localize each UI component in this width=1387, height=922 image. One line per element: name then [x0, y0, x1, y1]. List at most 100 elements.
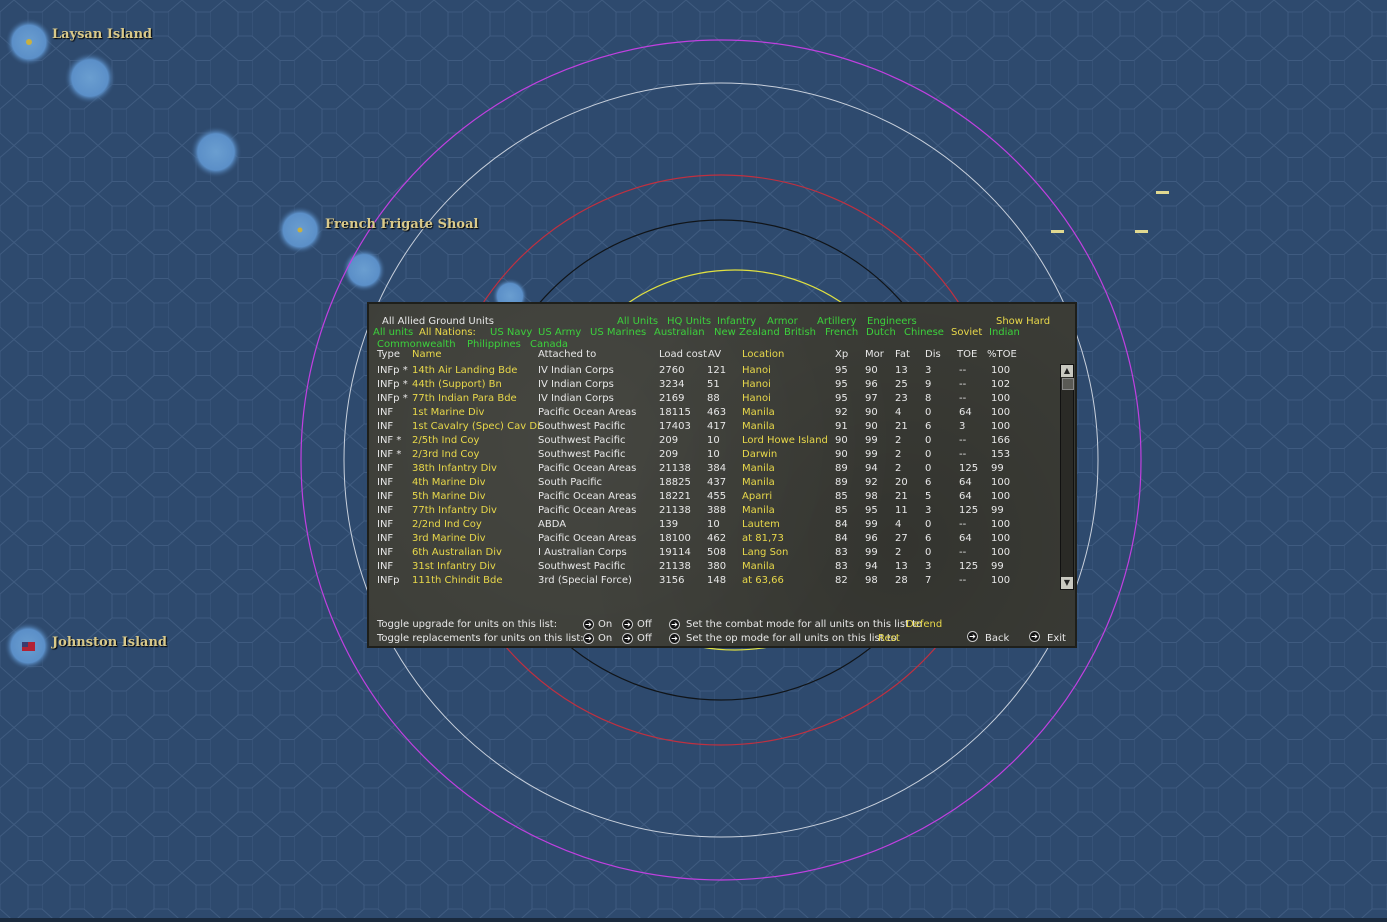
cell-name[interactable]: 44th (Support) Bn	[412, 379, 502, 391]
upgrade-off-radio[interactable]: ➔	[622, 619, 633, 630]
nation-us-marines[interactable]: US Marines	[590, 327, 646, 339]
table-row[interactable]: INF 6th Australian Div I Australian Corps 1…	[377, 547, 1057, 561]
col-av[interactable]: AV	[708, 349, 721, 361]
base-marker-icon[interactable]	[26, 39, 32, 45]
cell-location[interactable]: Darwin	[742, 449, 777, 461]
cell-location[interactable]: Aparri	[742, 491, 772, 503]
nation-soviet[interactable]: Soviet	[951, 327, 982, 339]
exit-icon[interactable]: ➔	[1029, 631, 1040, 642]
cell-name[interactable]: 3rd Marine Div	[412, 533, 486, 545]
cell-name[interactable]: 4th Marine Div	[412, 477, 486, 489]
nation-new-zealand[interactable]: New Zealand	[714, 327, 780, 339]
table-row[interactable]: INF 31st Infantry Div Southwest Pacific 211…	[377, 561, 1057, 575]
cell-name[interactable]: 6th Australian Div	[412, 547, 502, 559]
table-row[interactable]: INF 77th Infantry Div Pacific Ocean Areas 2…	[377, 505, 1057, 519]
cell-location[interactable]: Lord Howe Island	[742, 435, 828, 447]
cell-location[interactable]: Lang Son	[742, 547, 788, 559]
table-row[interactable]: INF 3rd Marine Div Pacific Ocean Areas 1810…	[377, 533, 1057, 547]
col-location[interactable]: Location	[742, 349, 784, 361]
nation-french[interactable]: French	[825, 327, 858, 339]
col-toe[interactable]: TOE	[957, 349, 977, 361]
nation-us-army[interactable]: US Army	[538, 327, 581, 339]
nation-british[interactable]: British	[784, 327, 816, 339]
col-pct-toe[interactable]: %TOE	[987, 349, 1017, 361]
col-xp[interactable]: Xp	[835, 349, 848, 361]
nation-indian[interactable]: Indian	[989, 327, 1020, 339]
table-row[interactable]: INFp * 44th (Support) Bn IV Indian Corps 32…	[377, 379, 1057, 393]
exit-button[interactable]: Exit	[1047, 633, 1066, 645]
cell-av: 462	[707, 533, 727, 544]
nation-all-nations[interactable]: All Nations:	[419, 327, 476, 339]
col-attached[interactable]: Attached to	[538, 349, 596, 361]
cell-location[interactable]: Manila	[742, 505, 775, 517]
col-mor[interactable]: Mor	[865, 349, 884, 361]
col-load-cost[interactable]: Load cost	[659, 349, 707, 361]
base-marker-icon[interactable]	[297, 227, 303, 233]
cell-name[interactable]: 111th Chindit Bde	[412, 575, 503, 587]
nation-us-navy[interactable]: US Navy	[490, 327, 532, 339]
cell-name[interactable]: 2/3rd Ind Coy	[412, 449, 479, 461]
scroll-up-icon[interactable]: ▲	[1061, 365, 1073, 377]
upgrade-on-label[interactable]: On	[598, 619, 612, 631]
replacements-off-radio[interactable]: ➔	[622, 633, 633, 644]
combat-mode-value[interactable]: Defend	[906, 619, 942, 631]
col-dis[interactable]: Dis	[925, 349, 941, 361]
cell-name[interactable]: 38th Infantry Div	[412, 463, 497, 475]
scroll-thumb[interactable]	[1062, 378, 1074, 390]
cell-name[interactable]: 1st Marine Div	[412, 407, 484, 419]
cell-mor: 99	[865, 435, 878, 446]
col-fat[interactable]: Fat	[895, 349, 910, 361]
col-type[interactable]: Type	[377, 349, 400, 361]
table-row[interactable]: INF 38th Infantry Div Pacific Ocean Areas 2…	[377, 463, 1057, 477]
back-button[interactable]: Back	[985, 633, 1009, 645]
op-mode-value[interactable]: Rest	[878, 633, 900, 645]
back-icon[interactable]: ➔	[967, 631, 978, 642]
replacements-on-radio[interactable]: ➔	[583, 633, 594, 644]
cell-location[interactable]: Hanoi	[742, 379, 771, 391]
scrollbar[interactable]: ▲ ▼	[1060, 364, 1074, 590]
cell-name[interactable]: 2/2nd Ind Coy	[412, 519, 482, 531]
cell-toe: 64	[959, 477, 972, 488]
cell-xp: 82	[835, 575, 848, 586]
table-row[interactable]: INF 1st Marine Div Pacific Ocean Areas 1811…	[377, 407, 1057, 421]
scroll-down-icon[interactable]: ▼	[1061, 577, 1073, 589]
cell-location[interactable]: Hanoi	[742, 365, 771, 377]
cell-location[interactable]: Manila	[742, 463, 775, 475]
cell-av: 417	[707, 421, 727, 432]
nation-all-units[interactable]: All units	[373, 327, 413, 339]
nation-chinese[interactable]: Chinese	[904, 327, 944, 339]
cell-name[interactable]: 14th Air Landing Bde	[412, 365, 517, 377]
cell-name[interactable]: 2/5th Ind Coy	[412, 435, 479, 447]
cell-location[interactable]: Manila	[742, 407, 775, 419]
table-row[interactable]: INF * 2/5th Ind Coy Southwest Pacific 209 10…	[377, 435, 1057, 449]
cell-name[interactable]: 31st Infantry Div	[412, 561, 496, 573]
cell-name[interactable]: 1st Cavalry (Spec) Cav Di	[412, 421, 540, 433]
op-mode-button[interactable]: ➔	[669, 633, 680, 644]
cell-name[interactable]: 77th Infantry Div	[412, 505, 497, 517]
nation-dutch[interactable]: Dutch	[866, 327, 896, 339]
table-row[interactable]: INFp 111th Chindit Bde 3rd (Special Force)…	[377, 575, 1057, 589]
cell-location[interactable]: Lautem	[742, 519, 780, 531]
cell-location[interactable]: Manila	[742, 421, 775, 433]
cell-location[interactable]: Manila	[742, 561, 775, 573]
nation-australian[interactable]: Australian	[654, 327, 705, 339]
cell-location[interactable]: at 81,73	[742, 533, 784, 545]
cell-location[interactable]: Manila	[742, 477, 775, 489]
replacements-on-label[interactable]: On	[598, 633, 612, 645]
cell-location[interactable]: Hanoi	[742, 393, 771, 405]
upgrade-on-radio[interactable]: ➔	[583, 619, 594, 630]
table-row[interactable]: INFp * 14th Air Landing Bde IV Indian Corp…	[377, 365, 1057, 379]
table-row[interactable]: INF * 2/3rd Ind Coy Southwest Pacific 209 10…	[377, 449, 1057, 463]
replacements-off-label[interactable]: Off	[637, 633, 652, 645]
table-row[interactable]: INF 2/2nd Ind Coy ABDA 139 10 Lautem 84 99 4 0 -- 1…	[377, 519, 1057, 533]
cell-name[interactable]: 5th Marine Div	[412, 491, 486, 503]
cell-name[interactable]: 77th Indian Para Bde	[412, 393, 517, 405]
upgrade-off-label[interactable]: Off	[637, 619, 652, 631]
table-row[interactable]: INF 4th Marine Div South Pacific 18825 437 Ma…	[377, 477, 1057, 491]
cell-location[interactable]: at 63,66	[742, 575, 784, 587]
table-row[interactable]: INFp * 77th Indian Para Bde IV Indian Corp…	[377, 393, 1057, 407]
col-name[interactable]: Name	[412, 349, 442, 361]
combat-mode-button[interactable]: ➔	[669, 619, 680, 630]
table-row[interactable]: INF 5th Marine Div Pacific Ocean Areas 1822…	[377, 491, 1057, 505]
table-row[interactable]: INF 1st Cavalry (Spec) Cav Di Southwest Pa…	[377, 421, 1057, 435]
